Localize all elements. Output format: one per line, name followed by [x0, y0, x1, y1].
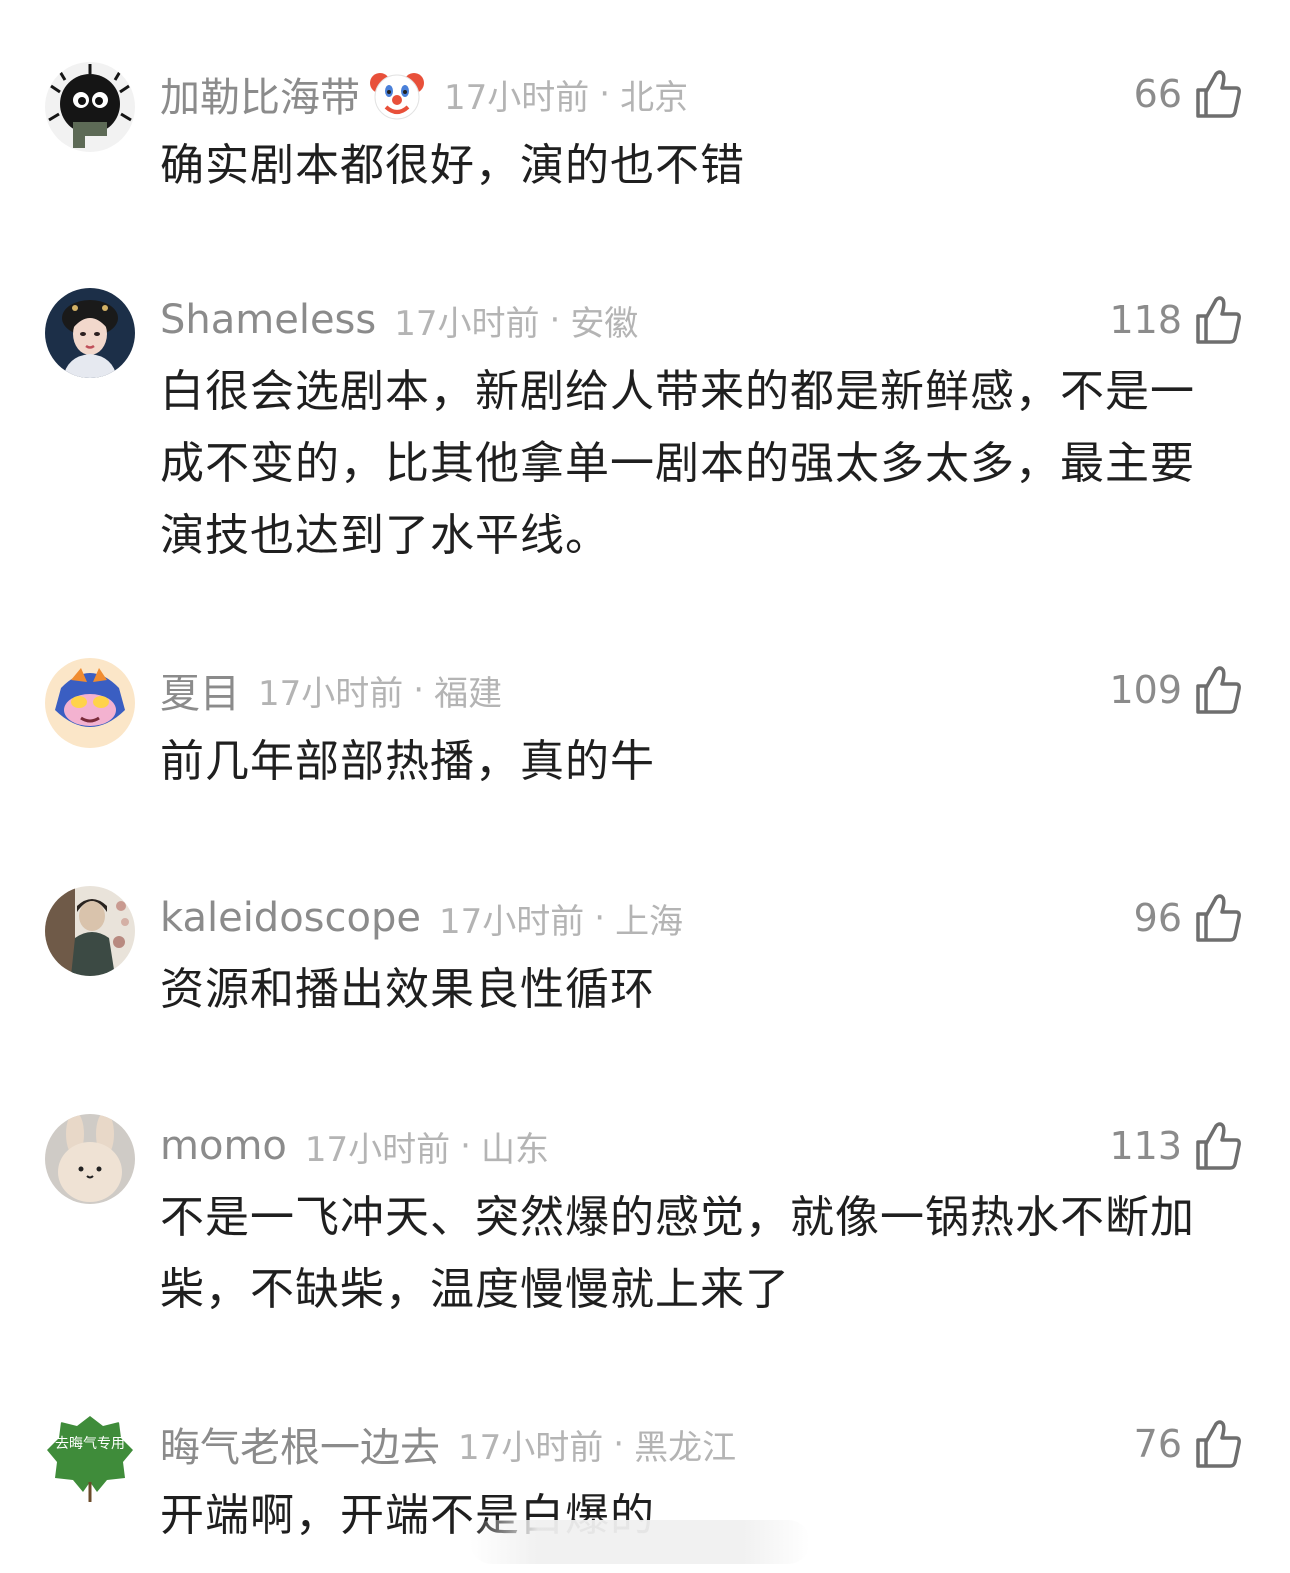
comment-meta: kaleidoscope 17小时前 · 上海: [160, 892, 683, 944]
username[interactable]: momo: [160, 1123, 287, 1169]
username[interactable]: 加勒比海带: [160, 65, 360, 123]
username[interactable]: 晦气老根一边去: [160, 1415, 440, 1473]
comment-location: 黑龙江: [634, 1427, 737, 1468]
username[interactable]: 夏目: [160, 661, 240, 719]
thumbs-up-icon: [1194, 1418, 1242, 1470]
comment-location: 福建: [434, 673, 503, 714]
like-button[interactable]: 118: [1109, 292, 1242, 348]
thumbs-up-icon: [1194, 1120, 1242, 1172]
comment-meta: Shameless 17小时前 · 安徽: [160, 294, 638, 346]
comment-time: 17小时前: [394, 303, 540, 344]
like-button[interactable]: 96: [1134, 890, 1242, 946]
username[interactable]: Shameless: [160, 297, 376, 343]
comment-meta: 加勒比海带 17小时前 · 北京: [160, 65, 689, 123]
like-button[interactable]: 66: [1134, 66, 1242, 122]
avatar[interactable]: 去晦气专用: [45, 1412, 135, 1502]
comment-time: 17小时前: [258, 673, 404, 714]
separator-dot: ·: [460, 1126, 471, 1166]
avatar[interactable]: [45, 1114, 135, 1204]
comment-location: 安徽: [570, 303, 639, 344]
comment-meta: momo 17小时前 · 山东: [160, 1120, 549, 1172]
username[interactable]: kaleidoscope: [160, 895, 421, 941]
like-count: 118: [1109, 298, 1182, 342]
comment-time: 17小时前: [458, 1427, 604, 1468]
comment-text: 确实剧本都很好，演的也不错: [160, 140, 745, 191]
separator-dot: ·: [413, 670, 425, 710]
thumbs-up-icon: [1194, 892, 1242, 944]
thumbs-up-icon: [1194, 294, 1242, 346]
like-button[interactable]: 76: [1134, 1416, 1242, 1472]
avatar[interactable]: [45, 658, 135, 748]
separator-dot: ·: [549, 300, 561, 340]
comment-text: 白很会选剧本，新剧给人带来的都是新鲜感，不是一成不变的，比其他拿单一剧本的强太多…: [160, 366, 1195, 561]
comment-time: 17小时前: [444, 77, 590, 118]
comment-location: 山东: [480, 1129, 549, 1170]
thumbs-up-icon: [1194, 68, 1242, 120]
comment-time: 17小时前: [304, 1129, 451, 1170]
like-button[interactable]: 109: [1109, 662, 1242, 718]
thumbs-up-icon: [1194, 664, 1242, 716]
separator-dot: ·: [599, 74, 611, 114]
separator-dot: ·: [594, 898, 606, 938]
avatar[interactable]: [45, 886, 135, 976]
like-count: 66: [1133, 72, 1182, 116]
avatar-label: 去晦气专用: [55, 1436, 125, 1452]
comment-text: 资源和播出效果良性循环: [160, 964, 655, 1015]
comment-meta: 夏目 17小时前 · 福建: [160, 661, 503, 719]
avatar[interactable]: [45, 62, 135, 152]
watermark-overlay: [470, 1520, 810, 1564]
separator-dot: ·: [613, 1424, 625, 1464]
comment-location: 北京: [620, 77, 689, 118]
comment-meta: 晦气老根一边去 17小时前 · 黑龙江: [160, 1415, 737, 1473]
comment-text: 不是一飞冲天、突然爆的感觉，就像一锅热水不断加柴，不缺柴，温度慢慢就上来了: [160, 1192, 1195, 1315]
like-count: 96: [1133, 896, 1182, 940]
avatar[interactable]: [45, 288, 135, 378]
like-button[interactable]: 113: [1109, 1118, 1242, 1174]
like-count: 113: [1109, 1124, 1182, 1168]
comment-location: 上海: [615, 901, 684, 942]
comment-text: 前几年部部热播，真的牛: [160, 736, 655, 787]
like-count: 109: [1109, 668, 1182, 712]
comment-time: 17小时前: [438, 901, 585, 942]
like-count: 76: [1133, 1422, 1182, 1466]
clown-face-icon: [368, 65, 426, 123]
